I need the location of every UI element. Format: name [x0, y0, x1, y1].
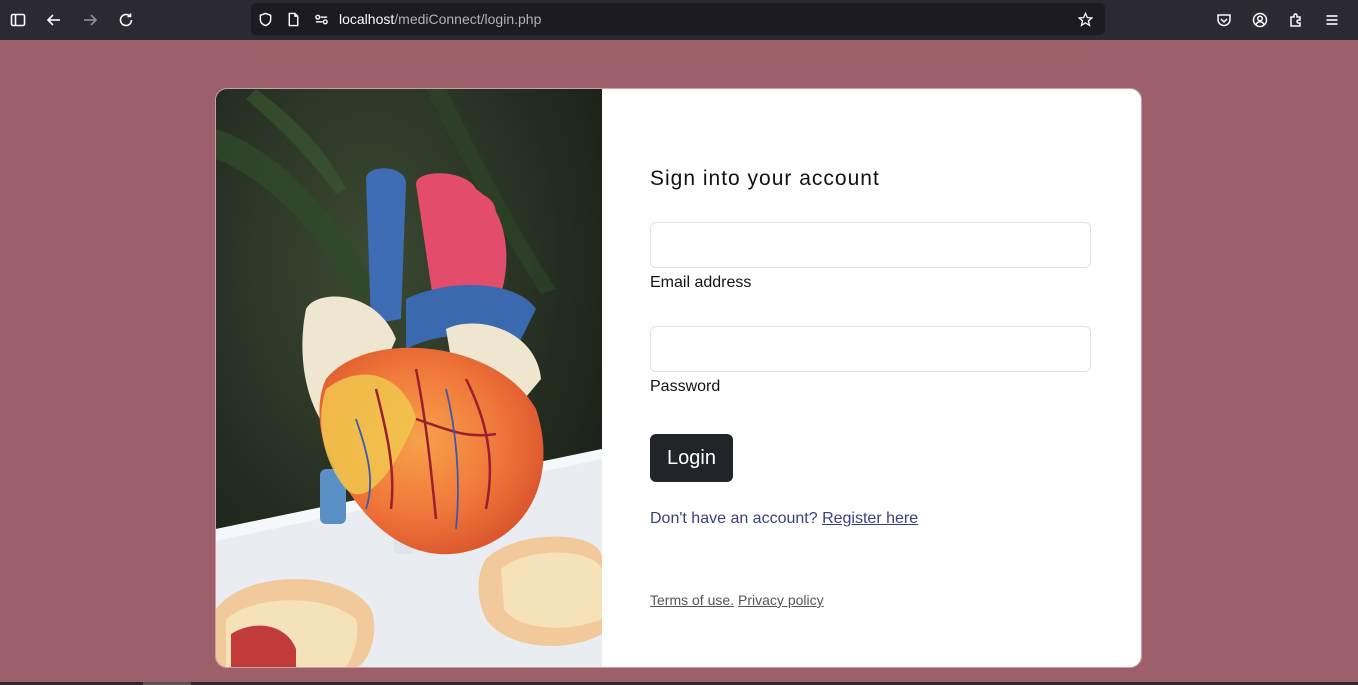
account-icon[interactable]	[1242, 2, 1278, 38]
privacy-link[interactable]: Privacy policy	[738, 592, 824, 608]
pocket-icon[interactable]	[1206, 2, 1242, 38]
page-icon	[279, 3, 307, 35]
login-card: Sign into your account Email address Pas…	[215, 88, 1142, 668]
register-link[interactable]: Register here	[822, 510, 918, 527]
password-label: Password	[650, 378, 721, 395]
email-label: Email address	[650, 274, 752, 291]
login-form: Sign into your account Email address Pas…	[650, 89, 1092, 667]
reload-icon[interactable]	[108, 2, 144, 38]
register-prompt-line: Don't have an account? Register here	[650, 510, 918, 528]
terms-link[interactable]: Terms of use.	[650, 592, 734, 608]
forward-arrow-icon[interactable]	[72, 2, 108, 38]
shield-icon[interactable]	[251, 3, 279, 35]
url-host: localhost	[339, 11, 395, 27]
bookmark-star-icon[interactable]	[1071, 3, 1099, 35]
permissions-icon[interactable]	[307, 3, 335, 35]
extensions-icon[interactable]	[1278, 2, 1314, 38]
menu-icon[interactable]	[1314, 2, 1350, 38]
form-title: Sign into your account	[650, 167, 880, 190]
browser-toolbar: localhost/mediConnect/login.php	[0, 0, 1358, 40]
url-path: /mediConnect/login.php	[394, 11, 542, 27]
password-input[interactable]	[650, 326, 1091, 372]
login-button[interactable]: Login	[650, 434, 733, 482]
url-text[interactable]: localhost/mediConnect/login.php	[339, 11, 541, 27]
back-arrow-icon[interactable]	[36, 2, 72, 38]
email-input[interactable]	[650, 222, 1091, 268]
footer-links: Terms of use. Privacy policy	[650, 592, 828, 608]
register-prompt-text: Don't have an account?	[650, 510, 818, 527]
heart-model-image	[216, 89, 602, 667]
url-bar[interactable]: localhost/mediConnect/login.php	[251, 3, 1105, 35]
sidebar-toggle-icon[interactable]	[0, 2, 36, 38]
